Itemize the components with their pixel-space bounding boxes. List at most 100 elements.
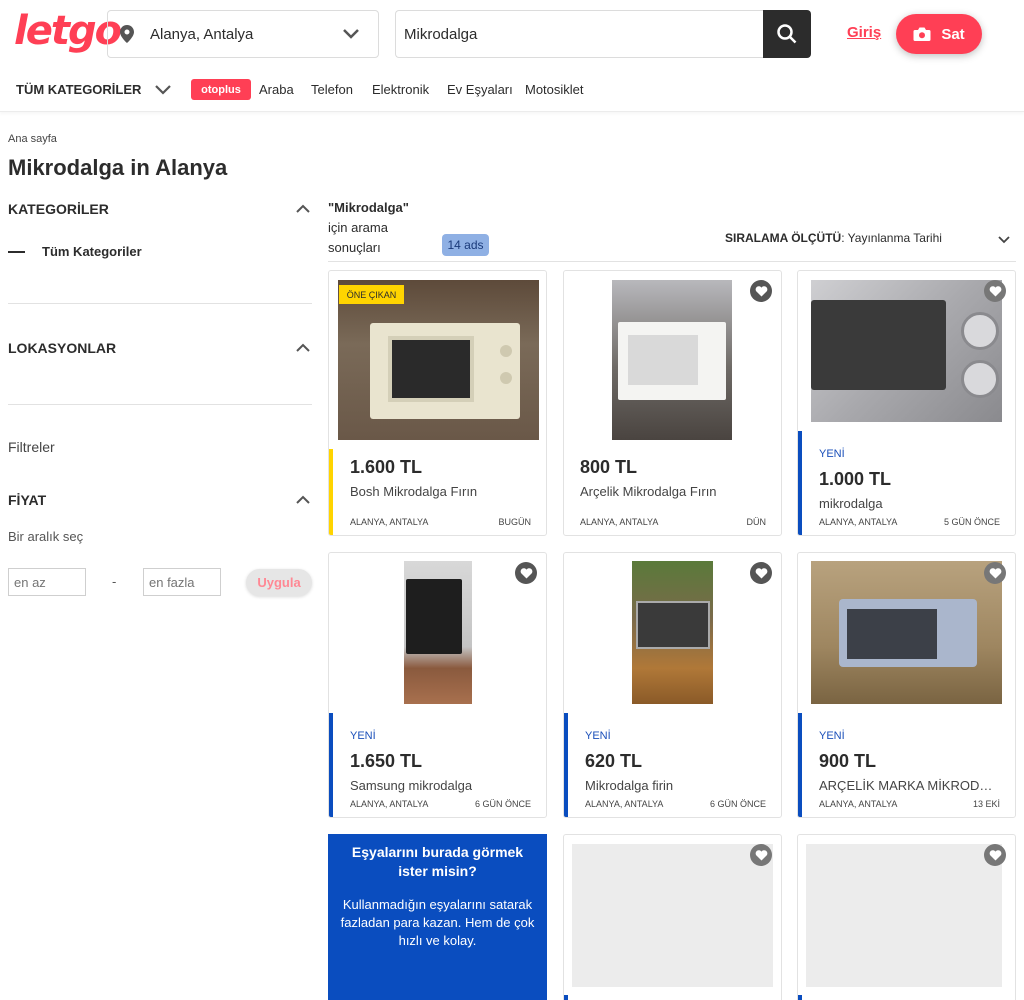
search-field[interactable] [395,10,764,58]
sort-dropdown[interactable]: SIRALAMA ÖLÇÜTÜ: Yayınlanma Tarihi [725,231,942,245]
listing-location: ALANYA, ANTALYA [580,517,659,527]
nav-link-elektronik[interactable]: Elektronik [372,82,429,97]
sell-button[interactable]: Sat [896,14,982,54]
listing-date: 13 EKİ [972,799,1000,809]
listing-photo [632,561,713,704]
listing-card[interactable] [563,834,782,1000]
sell-promo-card[interactable]: Eşyalarını burada görmek ister misin? Ku… [328,834,547,1000]
listing-location: ALANYA, ANTALYA [350,799,429,809]
categories-heading[interactable]: KATEGORİLER [8,201,109,217]
listing-card[interactable]: YENİ 900 TL ARÇELİK MARKA MİKRODAL... AL… [797,552,1016,818]
listing-card[interactable]: YENİ 1.650 TL Samsung mikrodalga ALANYA,… [328,552,547,818]
chevron-down-icon[interactable] [998,236,1010,244]
new-accent-bar [329,713,333,817]
letgo-logo[interactable]: letgo [14,8,122,54]
category-nav: TÜM KATEGORİLER otoplus Araba Telefon El… [0,72,1024,112]
sell-label: Sat [941,25,965,43]
listing-card[interactable]: YENİ 1.000 TL mikrodalga ALANYA, ANTALYA… [797,270,1016,536]
listing-price: 1.000 TL [819,469,892,489]
favorite-heart-icon[interactable] [984,280,1006,302]
listing-date: DÜN [746,517,767,527]
listing-card[interactable]: 800 TL Arçelik Mikrodalga Fırın ALANYA, … [563,270,782,536]
sort-label: SIRALAMA ÖLÇÜTÜ [725,231,842,245]
listing-title: Mikrodalga firin [585,778,674,793]
location-pin-icon [120,25,134,43]
listing-date: 6 GÜN ÖNCE [709,799,766,809]
page-title: Mikrodalga in Alanya [8,155,228,180]
apply-button[interactable]: Uygula [246,569,312,596]
search-icon [777,24,797,44]
login-link[interactable]: Giriş [847,24,881,41]
chevron-up-icon[interactable] [296,495,310,504]
nav-link-araba[interactable]: Araba [259,82,294,97]
ads-count-badge: 14 ads [442,234,489,256]
featured-accent-bar [329,449,333,535]
chevron-down-icon [343,29,359,39]
new-accent-bar [798,431,802,535]
new-tag: YENİ [819,730,845,742]
listing-title: Samsung mikrodalga [350,778,473,793]
locations-heading[interactable]: LOKASYONLAR [8,340,116,356]
favorite-heart-icon[interactable] [984,562,1006,584]
promo-body: Kullanmadığın eşyalarını satarak fazlada… [340,897,535,948]
location-selector[interactable]: Alanya, Antalya [107,10,379,58]
all-categories-label: TÜM KATEGORİLER [16,82,142,97]
new-tag: YENİ [585,730,611,742]
new-accent-bar [798,995,802,1000]
listing-card[interactable]: 1.600 TL Bosh Mikrodalga Fırın ALANYA, A… [328,270,547,536]
new-tag: YENİ [350,730,376,742]
listing-photo [338,280,539,440]
results-query: "Mikrodalga" [328,200,409,215]
location-text: Alanya, Antalya [150,25,254,43]
dash-marker [8,251,25,253]
listing-price: 1.650 TL [350,751,423,771]
listing-price: 620 TL [585,751,643,771]
favorite-heart-icon[interactable] [984,844,1006,866]
listing-date: 6 GÜN ÖNCE [474,799,531,809]
chevron-up-icon[interactable] [296,343,310,352]
listing-card[interactable] [797,834,1016,1000]
nav-link-telefon[interactable]: Telefon [311,82,353,97]
filters-label: Filtreler [8,439,55,455]
listing-photo [811,561,1002,704]
listing-title: Bosh Mikrodalga Fırın [350,484,478,499]
divider [8,404,312,405]
listing-location: ALANYA, ANTALYA [819,799,898,809]
listing-title: mikrodalga [819,496,883,511]
favorite-heart-icon[interactable] [515,562,537,584]
search-input[interactable] [404,25,744,43]
listing-price: 1.600 TL [350,457,423,477]
min-price-input[interactable] [8,568,86,596]
nav-link-motosiklet[interactable]: Motosiklet [525,82,584,97]
search-button[interactable] [763,10,811,58]
featured-badge: ÖNE ÇIKAN [339,285,404,304]
results-line: için arama [328,220,388,235]
nav-link-ev-esyalari[interactable]: Ev Eşyaları [447,82,513,97]
breadcrumb[interactable]: Ana sayfa [8,133,57,145]
chevron-up-icon[interactable] [296,204,310,213]
otoplus-link[interactable]: otoplus [191,79,251,100]
max-price-input[interactable] [143,568,221,596]
listing-title: Arçelik Mikrodalga Fırın [580,484,717,499]
price-heading[interactable]: FİYAT [8,492,46,508]
listing-photo [811,280,1002,422]
listing-price: 900 TL [819,751,877,771]
favorite-heart-icon[interactable] [750,280,772,302]
all-categories-dropdown[interactable]: TÜM KATEGORİLER [16,82,172,97]
listing-date: BUGÜN [498,517,531,527]
top-header: letgo Alanya, Antalya Giriş Sat [0,0,1024,72]
new-accent-bar [564,995,568,1000]
all-categories-link[interactable]: Tüm Kategoriler [42,244,142,259]
new-accent-bar [798,713,802,817]
listing-location: ALANYA, ANTALYA [585,799,664,809]
listing-photo [404,561,472,704]
favorite-heart-icon[interactable] [750,844,772,866]
listing-photo [612,280,732,440]
range-separator: - [112,574,117,589]
listing-location: ALANYA, ANTALYA [350,517,429,527]
divider [328,261,1016,262]
favorite-heart-icon[interactable] [750,562,772,584]
range-label: Bir aralık seç [8,529,84,544]
listing-card[interactable]: YENİ 620 TL Mikrodalga firin ALANYA, ANT… [563,552,782,818]
listing-title: ARÇELİK MARKA MİKRODAL... [819,778,999,793]
